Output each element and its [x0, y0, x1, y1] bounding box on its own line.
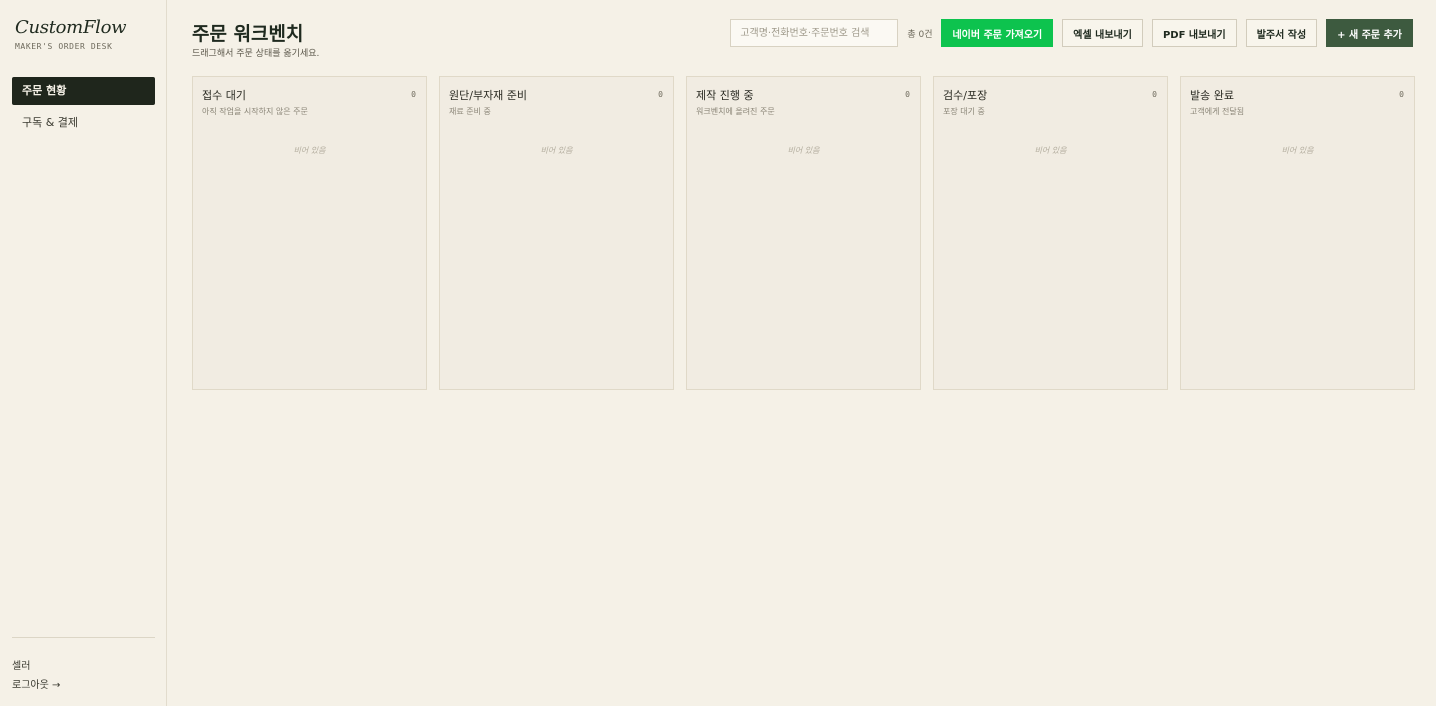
sidebar-nav: 주문 현황 구독 & 결제	[12, 77, 155, 141]
user-name: 셀러	[12, 661, 31, 672]
column-empty-state: 비어 있음	[540, 146, 573, 155]
brand-tagline: MAKER'S ORDER DESK	[15, 42, 113, 51]
sidebar-item-subscription[interactable]: 구독 & 결제	[12, 109, 155, 137]
column-title: 접수 대기	[202, 89, 246, 102]
column-count: 0	[1152, 90, 1157, 99]
column-description: 재료 준비 중	[449, 107, 491, 116]
column-description: 아직 작업을 시작하지 않은 주문	[202, 107, 308, 116]
pdf-export-button[interactable]: PDF 내보내기	[1151, 19, 1237, 47]
sidebar-divider	[12, 637, 155, 638]
column-count: 0	[905, 90, 910, 99]
column-count: 0	[658, 90, 663, 99]
add-order-button[interactable]: + 새 주문 추가	[1326, 19, 1413, 47]
column-title: 발송 완료	[1190, 89, 1234, 102]
column-empty-state: 비어 있음	[787, 146, 820, 155]
column-received[interactable]: 접수 대기 0 아직 작업을 시작하지 않은 주문 비어 있음	[192, 76, 427, 390]
logout-link[interactable]: 로그아웃 →	[12, 676, 60, 691]
toolbar: 총 0건 네이버 주문 가져오기 엑셀 내보내기 PDF 내보내기 발주서 작성…	[730, 19, 1413, 47]
column-title: 검수/포장	[943, 89, 988, 102]
column-title: 원단/부자재 준비	[449, 89, 528, 102]
column-description: 워크벤치에 올려진 주문	[696, 107, 775, 116]
column-title: 제작 진행 중	[696, 89, 754, 102]
search-input[interactable]	[730, 19, 899, 47]
excel-export-button[interactable]: 엑셀 내보내기	[1062, 19, 1143, 47]
column-inspection[interactable]: 검수/포장 0 포장 대기 중 비어 있음	[933, 76, 1168, 390]
brand-logo[interactable]: CustomFlow	[15, 17, 127, 38]
column-empty-state: 비어 있음	[1034, 146, 1067, 155]
sidebar: CustomFlow MAKER'S ORDER DESK 주문 현황 구독 &…	[0, 0, 167, 706]
column-empty-state: 비어 있음	[293, 146, 326, 155]
column-materials[interactable]: 원단/부자재 준비 0 재료 준비 중 비어 있음	[439, 76, 674, 390]
column-count: 0	[1399, 90, 1404, 99]
sidebar-item-orders[interactable]: 주문 현황	[12, 77, 155, 105]
total-count: 총 0건	[907, 29, 933, 40]
column-description: 고객에게 전달됨	[1190, 107, 1245, 116]
page-subtitle: 드래그해서 주문 상태를 옮기세요.	[192, 49, 320, 59]
kanban-board: 접수 대기 0 아직 작업을 시작하지 않은 주문 비어 있음 원단/부자재 준…	[192, 76, 1415, 390]
column-shipped[interactable]: 발송 완료 0 고객에게 전달됨 비어 있음	[1180, 76, 1415, 390]
purchase-order-button[interactable]: 발주서 작성	[1245, 19, 1318, 47]
column-in-production[interactable]: 제작 진행 중 0 워크벤치에 올려진 주문 비어 있음	[686, 76, 921, 390]
column-description: 포장 대기 중	[943, 107, 985, 116]
column-empty-state: 비어 있음	[1281, 146, 1314, 155]
page-title: 주문 워크벤치	[192, 23, 304, 45]
naver-import-button[interactable]: 네이버 주문 가져오기	[941, 19, 1054, 47]
column-count: 0	[411, 90, 416, 99]
